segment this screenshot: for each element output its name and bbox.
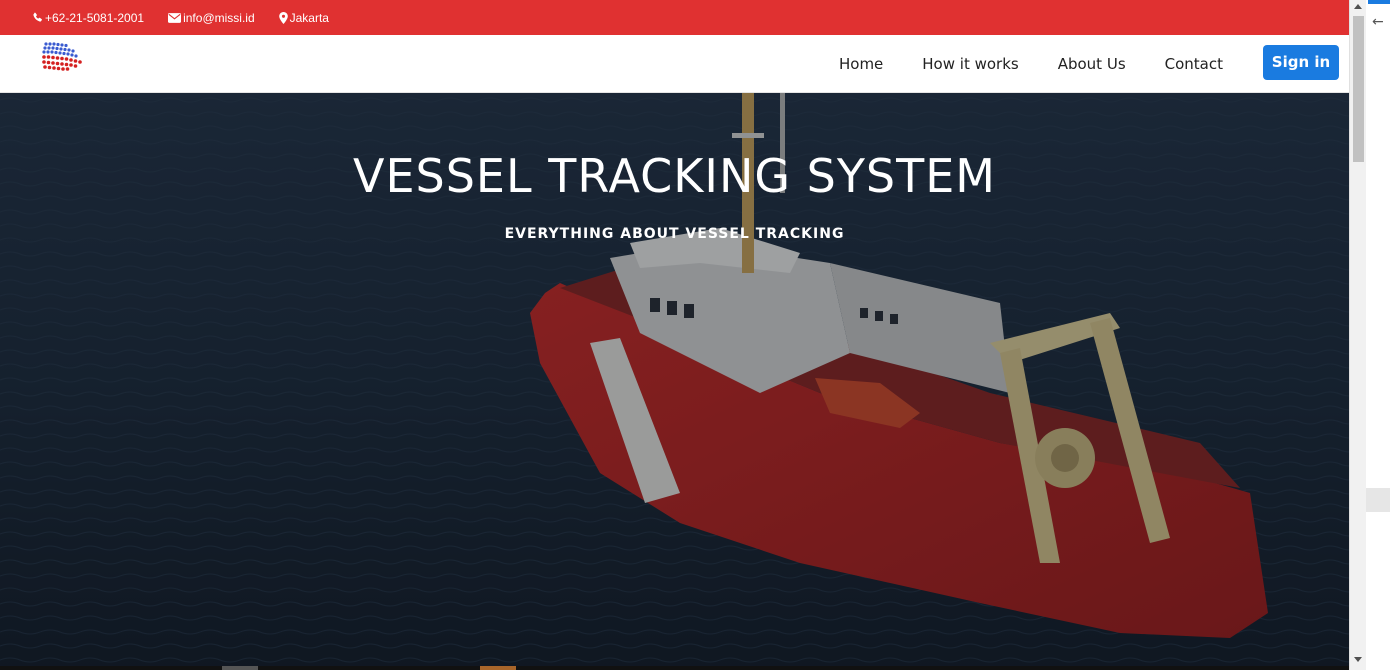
top-contact-bar: +62-21-5081-2001 info@missi.id Jakarta — [0, 0, 1349, 35]
carousel-indicator-2[interactable] — [480, 666, 516, 670]
email-contact[interactable]: info@missi.id — [168, 11, 255, 25]
sign-in-button[interactable]: Sign in — [1263, 44, 1339, 80]
phone-contact[interactable]: +62-21-5081-2001 — [32, 11, 144, 25]
location-contact[interactable]: Jakarta — [278, 10, 329, 25]
envelope-icon — [168, 12, 182, 23]
carousel-indicator-1[interactable] — [222, 666, 258, 670]
side-panel-accent — [1368, 0, 1390, 4]
side-panel-handle[interactable] — [1366, 488, 1390, 512]
main-navbar: Home How it works About Us Contact Sign … — [0, 35, 1349, 93]
nav-link-home[interactable]: Home — [839, 55, 883, 73]
phone-text: +62-21-5081-2001 — [45, 10, 145, 25]
scroll-thumb[interactable] — [1353, 16, 1364, 162]
page: +62-21-5081-2001 info@missi.id Jakarta H… — [0, 0, 1349, 670]
scroll-down-arrow-icon[interactable] — [1354, 657, 1362, 662]
page-scrollbar[interactable] — [1349, 0, 1366, 670]
hero-section: VESSEL TRACKING SYSTEM EVERYTHING ABOUT … — [0, 93, 1349, 670]
carousel-indicator-strip — [0, 666, 1349, 670]
location-text: Jakarta — [289, 10, 329, 25]
phone-icon — [33, 12, 42, 22]
brand-logo[interactable] — [40, 41, 84, 71]
nav-link-contact[interactable]: Contact — [1165, 55, 1223, 73]
email-text: info@missi.id — [183, 10, 255, 25]
side-panel: ← — [1366, 0, 1390, 670]
map-marker-icon — [278, 11, 288, 24]
nav-links: Home How it works About Us Contact Sign … — [839, 35, 1339, 93]
back-arrow-icon[interactable]: ← — [1372, 14, 1384, 30]
hero-subtitle: EVERYTHING ABOUT VESSEL TRACKING — [504, 226, 845, 242]
nav-link-about-us[interactable]: About Us — [1058, 55, 1126, 73]
nav-link-how-it-works[interactable]: How it works — [922, 55, 1018, 73]
hero-title: VESSEL TRACKING SYSTEM — [353, 149, 996, 203]
scroll-up-arrow-icon[interactable] — [1354, 4, 1362, 9]
